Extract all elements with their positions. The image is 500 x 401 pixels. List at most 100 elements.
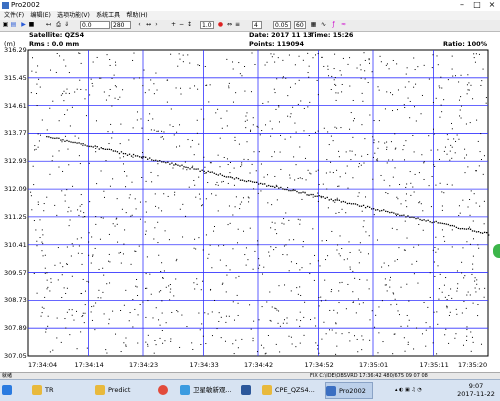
noise-point: [380, 61, 382, 63]
noise-point: [117, 241, 119, 243]
taskbar-item-chrome[interactable]: [158, 382, 176, 399]
noise-point: [393, 293, 395, 295]
trend-point: [298, 192, 300, 194]
trend-point: [189, 168, 191, 170]
noise-point: [391, 227, 393, 229]
noise-point: [262, 102, 264, 104]
noise-point: [114, 85, 116, 87]
noise-point: [474, 280, 476, 282]
noise-point: [271, 128, 273, 130]
noise-point: [71, 275, 73, 277]
noise-point: [422, 229, 424, 231]
noise-point: [161, 262, 163, 264]
trend-point: [475, 231, 478, 233]
noise-point: [408, 300, 410, 302]
taskbar-item-tr[interactable]: TR: [32, 382, 92, 399]
noise-point: [51, 160, 53, 162]
noise-point: [420, 203, 422, 205]
tray-icons[interactable]: ▴ ◐ ▣ ♫ ◔: [395, 382, 445, 399]
noise-point: [366, 279, 368, 281]
trend-point: [175, 163, 177, 166]
noise-point: [354, 277, 356, 279]
scatter-plot[interactable]: [0, 0, 500, 372]
noise-point: [302, 246, 304, 248]
taskbar-item-satellite[interactable]: 卫星敏新观...: [180, 382, 238, 399]
noise-point: [474, 287, 476, 289]
noise-point: [392, 110, 394, 112]
taskbar-item-pro2002[interactable]: Pro2002: [325, 382, 373, 399]
noise-point: [88, 281, 90, 283]
noise-point: [198, 193, 200, 195]
trend-point: [334, 199, 336, 201]
noise-point: [134, 198, 136, 200]
noise-point: [128, 139, 130, 141]
noise-point: [439, 87, 441, 89]
noise-point: [324, 279, 326, 281]
noise-point: [147, 300, 149, 302]
clock[interactable]: 9:07 2017-11-22: [455, 382, 497, 398]
trend-point: [241, 179, 244, 181]
noise-point: [337, 185, 339, 187]
trend-point: [308, 194, 310, 196]
noise-point: [364, 138, 366, 140]
noise-point: [80, 62, 82, 64]
noise-point: [81, 263, 83, 265]
noise-point: [132, 127, 134, 129]
trend-point: [247, 180, 250, 182]
noise-point: [64, 114, 66, 116]
noise-point: [287, 95, 289, 97]
noise-point: [128, 197, 130, 199]
noise-point: [466, 294, 468, 296]
noise-point: [390, 304, 392, 306]
noise-point: [349, 150, 351, 152]
noise-point: [165, 286, 167, 288]
noise-point: [386, 148, 388, 150]
taskbar-item-predict[interactable]: Predict: [95, 382, 155, 399]
noise-point: [415, 83, 417, 85]
noise-point: [349, 85, 351, 87]
noise-point: [446, 307, 448, 309]
noise-point: [278, 106, 280, 108]
noise-point: [269, 255, 271, 257]
noise-point: [273, 88, 275, 90]
noise-point: [467, 166, 469, 168]
noise-point: [351, 150, 353, 152]
noise-point: [308, 65, 310, 67]
noise-point: [335, 332, 337, 334]
noise-point: [125, 289, 127, 291]
noise-point: [120, 251, 122, 253]
noise-point: [476, 279, 478, 281]
side-handle[interactable]: [493, 244, 500, 258]
noise-point: [67, 148, 69, 150]
noise-point: [352, 177, 354, 179]
noise-point: [49, 69, 51, 71]
trend-point: [104, 148, 106, 150]
taskbar-item-word[interactable]: [241, 382, 259, 399]
taskbar-item-cpe[interactable]: CPE_QZS4...: [262, 382, 322, 399]
noise-point: [213, 226, 215, 228]
noise-point: [108, 253, 110, 255]
noise-point: [150, 171, 152, 173]
noise-point: [52, 349, 54, 351]
trend-point: [209, 171, 211, 173]
noise-point: [377, 147, 379, 149]
noise-point: [176, 258, 178, 260]
noise-point: [320, 197, 322, 199]
noise-point: [339, 282, 341, 284]
noise-point: [44, 267, 46, 269]
start-icon[interactable]: [2, 382, 16, 399]
noise-point: [309, 172, 311, 174]
noise-point: [99, 238, 101, 240]
noise-point: [34, 149, 36, 151]
noise-point: [109, 88, 111, 90]
noise-point: [204, 66, 206, 68]
noise-point: [38, 78, 40, 80]
noise-point: [331, 230, 333, 232]
noise-point: [457, 283, 459, 285]
noise-point: [216, 181, 218, 183]
trend-point: [217, 174, 219, 176]
noise-point: [88, 162, 90, 164]
noise-point: [292, 106, 294, 108]
noise-point: [203, 118, 205, 120]
noise-point: [197, 64, 199, 66]
